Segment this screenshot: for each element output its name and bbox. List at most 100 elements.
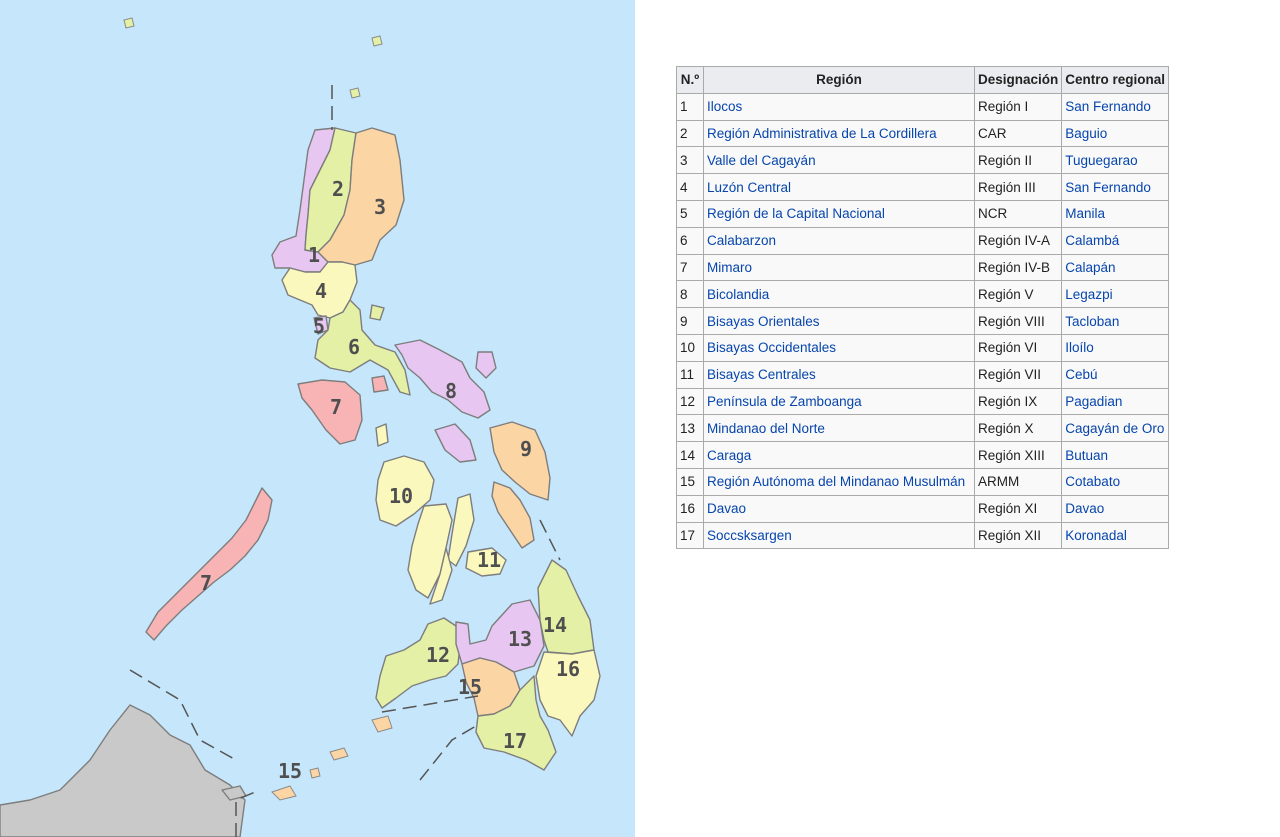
row-designation-cell: Región III [973,173,1063,201]
row-region-cell[interactable]: Mindanao del Norte [703,414,975,443]
row-center-link[interactable]: San Fernando [1065,99,1151,114]
row-center-cell[interactable]: Cebú [1061,360,1170,389]
row-region-cell[interactable]: Región Autónoma del Mindanao Musulmán [703,467,975,496]
row-region-cell[interactable]: Bisayas Centrales [703,360,975,389]
row-region-link[interactable]: Davao [707,501,746,516]
table-row: 9 Bisayas Orientales Región VIII Tacloban [676,307,1170,335]
region-label-4: 4 [315,279,327,303]
row-region-link[interactable]: Luzón Central [707,180,791,195]
row-center-cell[interactable]: Legazpi [1061,280,1170,309]
row-designation: Región VI [978,340,1038,356]
region-label-9: 9 [520,437,532,461]
row-region-link[interactable]: Región Administrativa de La Cordillera [707,126,937,141]
row-num: 2 [680,125,688,141]
row-designation: Región XII [978,527,1042,543]
row-center-link[interactable]: Calapán [1065,260,1115,275]
row-center-cell[interactable]: Tuguegarao [1061,146,1170,175]
row-region-link[interactable]: Mimaro [707,260,752,275]
table-row: 3 Valle del Cagayán Región II Tuguegarao [676,146,1170,175]
row-num: 11 [680,367,695,383]
row-num: 3 [680,152,688,168]
regions-table: N.º Región Designación Centro regional 1… [676,66,1170,550]
row-region-cell[interactable]: Soccsksargen [703,521,975,550]
table-body: 1 Ilocos Región I San Fernando 2 Región Admin… [676,92,1170,550]
row-region-link[interactable]: Mindanao del Norte [707,421,825,436]
row-center-link[interactable]: Tacloban [1065,314,1119,329]
table-row: 1 Ilocos Región I San Fernando [676,92,1170,121]
row-region-cell[interactable]: Región de la Capital Nacional [703,199,975,228]
row-region-link[interactable]: Región de la Capital Nacional [707,206,885,221]
row-designation-cell: Región IV-A [973,226,1063,255]
row-region-cell[interactable]: Calabarzon [703,226,975,255]
row-center-link[interactable]: Cebú [1065,367,1097,382]
row-region-link[interactable]: Calabarzon [707,233,776,248]
row-region-cell[interactable]: Mimaro [703,253,975,282]
row-num: 14 [680,447,696,463]
row-region-cell[interactable]: Caraga [703,441,975,469]
row-num: 4 [680,179,688,195]
region-label-16: 16 [556,657,580,681]
row-center-link[interactable]: Butuan [1065,448,1108,463]
row-region-cell[interactable]: Bisayas Occidentales [703,333,975,362]
row-num: 5 [680,206,688,222]
row-region-cell[interactable]: Luzón Central [703,173,975,201]
row-region-link[interactable]: Soccsksargen [707,528,792,543]
row-region-cell[interactable]: Región Administrativa de La Cordillera [703,119,975,148]
row-center-link[interactable]: San Fernando [1065,180,1151,195]
row-center-link[interactable]: Pagadian [1065,394,1122,409]
row-center-link[interactable]: Manila [1065,206,1105,221]
row-num: 6 [680,233,688,249]
row-region-cell[interactable]: Península de Zamboanga [703,387,975,416]
row-region-cell[interactable]: Bisayas Orientales [703,307,975,335]
regions-map: 1 2 3 4 5 6 7 7 8 9 10 11 12 13 14 15 15… [0,0,635,837]
row-center-cell[interactable]: Davao [1061,494,1170,523]
row-center-cell[interactable]: Calambá [1061,226,1170,255]
row-region-link[interactable]: Caraga [707,448,751,463]
islet-north-2 [371,35,383,47]
region-10-guimaras [375,423,389,447]
row-region-link[interactable]: Bisayas Occidentales [707,340,836,355]
region-label-12: 12 [426,643,450,667]
row-center-link[interactable]: Calambá [1065,233,1119,248]
row-region-cell[interactable]: Davao [703,494,975,523]
row-region-link[interactable]: Ilocos [707,99,742,114]
row-center-cell[interactable]: Cagayán de Oro [1061,414,1170,443]
row-center-link[interactable]: Cotabato [1065,474,1120,489]
row-center-link[interactable]: Iloílo [1065,340,1094,355]
row-region-link[interactable]: Bicolandia [707,287,769,302]
row-designation: Región VII [978,367,1042,383]
row-center-cell[interactable]: Koronadal [1061,521,1170,550]
table-row: 6 Calabarzon Región IV-A Calambá [676,226,1170,255]
row-region-cell[interactable]: Ilocos [703,92,975,121]
row-center-link[interactable]: Koronadal [1065,528,1127,543]
row-region-cell[interactable]: Bicolandia [703,280,975,309]
row-center-link[interactable]: Cagayán de Oro [1065,421,1164,436]
row-center-cell[interactable]: Cotabato [1061,467,1170,496]
row-region-link[interactable]: Bisayas Orientales [707,314,820,329]
row-num: 13 [680,420,696,436]
row-center-cell[interactable]: Baguio [1061,119,1170,148]
row-num-cell: 5 [676,199,704,228]
row-center-cell[interactable]: Pagadian [1061,387,1170,416]
row-num: 17 [680,527,696,543]
row-center-cell[interactable]: Iloílo [1061,333,1170,362]
row-center-cell[interactable]: Butuan [1061,441,1170,469]
row-center-cell[interactable]: Calapán [1061,253,1170,282]
row-region-link[interactable]: Valle del Cagayán [707,153,816,168]
row-center-cell[interactable]: Tacloban [1061,307,1170,335]
row-region-link[interactable]: Bisayas Centrales [707,367,816,382]
row-center-cell[interactable]: San Fernando [1061,173,1170,201]
row-center-cell[interactable]: San Fernando [1061,92,1170,121]
row-region-link[interactable]: Península de Zamboanga [707,394,862,409]
row-num-cell: 9 [676,307,704,335]
row-center-link[interactable]: Davao [1065,501,1104,516]
row-num-cell: 4 [676,173,704,201]
row-center-link[interactable]: Tuguegarao [1065,153,1137,168]
region-label-7b: 7 [200,571,212,595]
row-region-link[interactable]: Región Autónoma del Mindanao Musulmán [707,474,965,489]
row-center-link[interactable]: Legazpi [1065,287,1112,302]
row-center-link[interactable]: Baguio [1065,126,1107,141]
row-num-cell: 15 [676,467,704,496]
row-center-cell[interactable]: Manila [1061,199,1170,228]
row-region-cell[interactable]: Valle del Cagayán [703,146,975,175]
